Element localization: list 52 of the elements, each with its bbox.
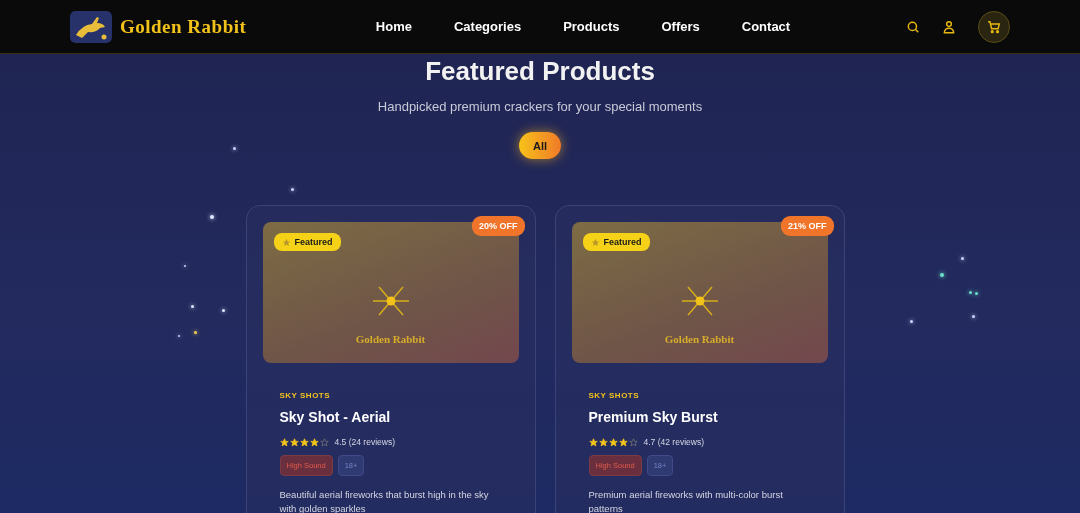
nav-link[interactable]: Home (375, 19, 412, 34)
star-icon (618, 437, 628, 447)
star-icon (299, 437, 309, 447)
product-category: SKY SHOTS (279, 391, 332, 400)
cart-icon (987, 19, 1001, 34)
product-name: Sky Shot - Aerial (279, 409, 392, 425)
star-icon (608, 437, 618, 447)
star-icon (588, 437, 598, 447)
sparkle-dot (194, 331, 197, 334)
nav-link[interactable]: Categories (453, 19, 522, 34)
star-icon (281, 237, 291, 247)
section-title: Featured Products (425, 56, 655, 87)
sparkle-dot (961, 257, 964, 260)
image-brand-text: Golden Rabbit (664, 333, 735, 345)
sparkle-dot (210, 215, 214, 219)
image-brand-text: Golden Rabbit (355, 333, 426, 345)
product-name: Premium Sky Burst (588, 409, 719, 425)
product-category: SKY SHOTS (588, 391, 641, 400)
discount-badge: 20% OFF (472, 216, 525, 236)
nav-link[interactable]: Products (563, 19, 620, 34)
cart-button[interactable] (978, 10, 1010, 43)
nav-link[interactable]: Contact (741, 19, 791, 34)
rating-text: 4.7 (42 reviews) (643, 437, 704, 447)
sparkle-dot (233, 147, 236, 150)
rating-text: 4.5 (24 reviews) (334, 437, 395, 447)
sparkle-dot (975, 292, 978, 295)
star-icon (628, 437, 638, 447)
rabbit-logo-icon (70, 10, 112, 43)
search-icon[interactable] (906, 19, 920, 34)
star-icon (309, 437, 319, 447)
sparkle-dot (910, 320, 913, 323)
star-icon (289, 437, 299, 447)
sparkle-dot (291, 188, 294, 191)
discount-badge: 21% OFF (781, 216, 834, 236)
star-icon (598, 437, 608, 447)
brand-name: Golden Rabbit (120, 15, 247, 38)
badge-label: Featured (603, 237, 642, 247)
star-icon (590, 237, 600, 247)
user-icon[interactable] (942, 19, 956, 34)
nav-link[interactable]: Offers (661, 19, 700, 34)
filter-pill[interactable]: All (518, 132, 562, 159)
product-description: Beautiful aerial fireworks that burst high in the sky with golden sparkles (279, 488, 490, 513)
sparkle-dot (940, 273, 944, 277)
star-icon (279, 437, 289, 447)
star-icon (319, 437, 329, 447)
sparkle-dot (972, 315, 975, 318)
product-description: Premium aerial fireworks with multi-color burst patterns (588, 488, 784, 513)
badge-label: Featured (294, 237, 333, 247)
sparkle-dot (969, 291, 972, 294)
section-subtitle: Handpicked premium crackers for your special moments (377, 99, 703, 114)
sparkle-dot (191, 305, 194, 308)
sparkle-dot (222, 309, 225, 312)
